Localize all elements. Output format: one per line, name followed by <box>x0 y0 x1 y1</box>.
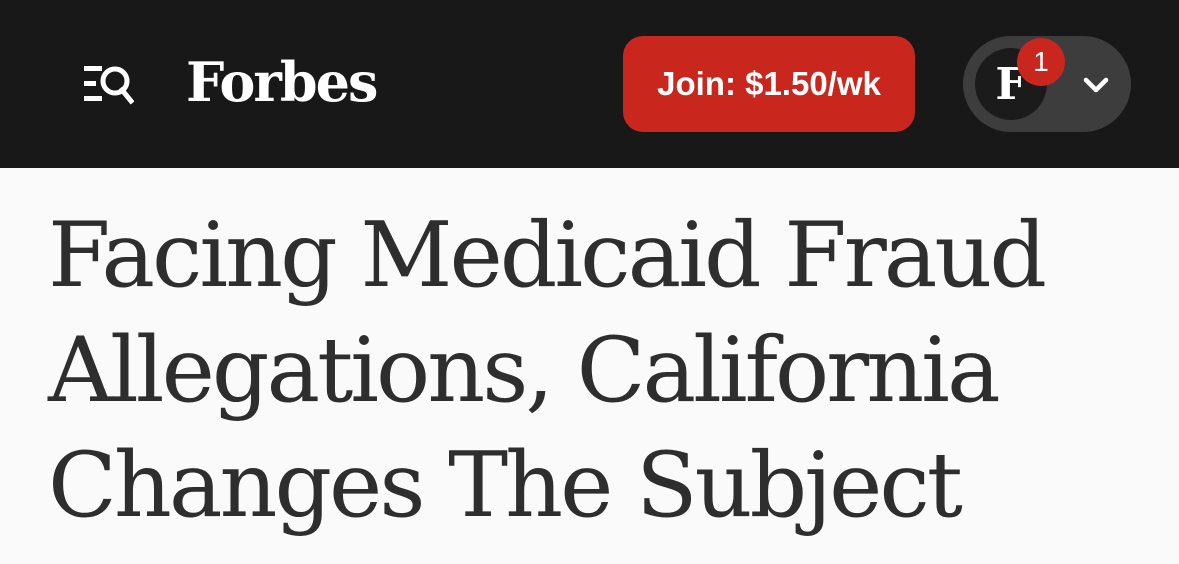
menu-search-icon <box>84 66 135 105</box>
join-subscription-button[interactable]: Join: $1.50/wk <box>623 36 915 132</box>
chevron-down-icon <box>1083 77 1109 93</box>
account-menu-button[interactable]: F 1 <box>963 36 1131 132</box>
menu-search-button[interactable] <box>82 62 135 106</box>
forbes-logo[interactable]: Forbes <box>186 44 378 120</box>
top-navigation-bar: Forbes Join: $1.50/wk F 1 <box>0 0 1179 168</box>
article-headline: Facing Medicaid Fraud Allegations, Calif… <box>48 203 1047 538</box>
notification-badge: 1 <box>1017 38 1065 86</box>
